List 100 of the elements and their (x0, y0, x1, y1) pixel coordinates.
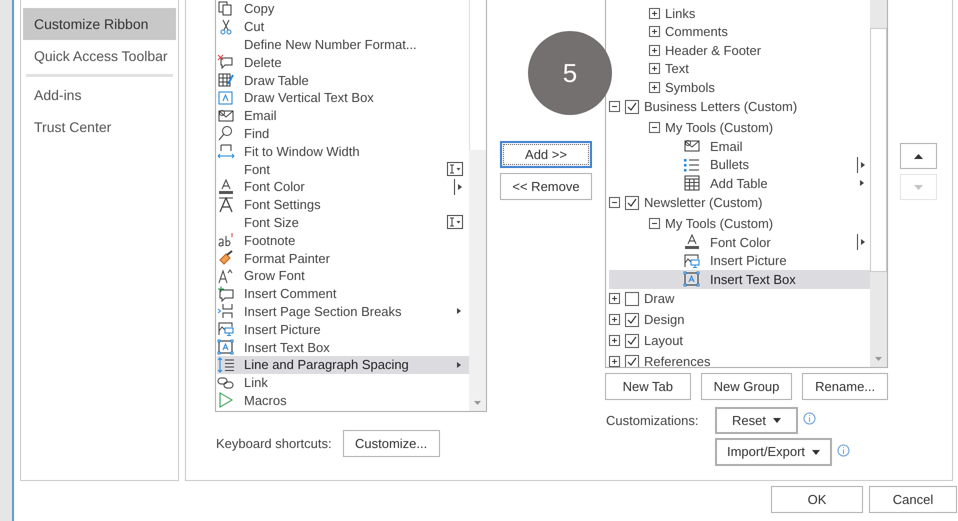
bullet-list-icon (683, 156, 701, 173)
line-spacing-icon (217, 356, 235, 373)
scrollbar[interactable] (469, 0, 486, 411)
tree-group[interactable]: Header & Footer (649, 41, 762, 60)
command-item[interactable]: Line and Paragraph Spacing (217, 356, 469, 374)
text-box-icon (217, 90, 235, 106)
tree-command[interactable]: Bullets (609, 156, 870, 174)
category-item[interactable]: Trust Center (23, 111, 176, 143)
tree-action-button[interactable]: New Group (700, 373, 792, 400)
move-up-button[interactable] (900, 143, 937, 169)
command-item[interactable]: Delete (217, 53, 469, 72)
tree-command[interactable]: Add Table (609, 174, 870, 192)
tree-group[interactable]: My Tools (Custom) (649, 118, 774, 137)
tree-group[interactable]: Symbols (649, 78, 715, 96)
tree-group[interactable]: Links (649, 4, 696, 22)
tree-command[interactable]: Insert Picture (609, 252, 870, 270)
expand-icon[interactable] (649, 82, 660, 93)
table-icon (683, 175, 701, 192)
collapse-icon[interactable] (649, 218, 660, 230)
command-item[interactable]: Font Size (217, 214, 469, 232)
tree-action-button[interactable]: New Tab (605, 373, 691, 400)
command-item[interactable]: Draw Table (217, 71, 469, 89)
tree-tab[interactable]: Design (609, 308, 684, 330)
email-icon (217, 108, 235, 124)
expand-icon[interactable] (609, 314, 620, 325)
command-item[interactable]: Fit to Window Width (217, 142, 469, 160)
command-item[interactable]: Font Settings (217, 196, 469, 214)
command-item[interactable]: Insert Picture (217, 320, 469, 338)
checkbox[interactable] (625, 312, 639, 326)
command-item[interactable]: Insert Text Box (217, 338, 469, 356)
link-icon (217, 374, 235, 391)
collapse-icon[interactable] (609, 197, 620, 208)
split-arrow-icon (454, 178, 463, 195)
remove-button[interactable]: << Remove (500, 173, 592, 200)
command-item[interactable]: Macros (217, 392, 469, 410)
command-item[interactable]: Link (217, 374, 469, 392)
letter-a-icon (217, 196, 235, 213)
checkbox[interactable] (625, 292, 639, 306)
command-item[interactable]: Font (217, 160, 469, 178)
text-box-icon (217, 339, 235, 356)
expand-icon[interactable] (649, 26, 660, 38)
collapse-icon[interactable] (649, 122, 660, 134)
checkbox[interactable] (625, 334, 639, 348)
command-item[interactable]: Cut (217, 18, 469, 36)
tree-group[interactable]: My Tools (Custom) (649, 214, 774, 233)
font-color-icon (217, 178, 235, 195)
checkbox[interactable] (625, 100, 639, 114)
command-item[interactable]: Format Painter (217, 249, 469, 267)
tree-command[interactable]: Font Color (609, 233, 870, 252)
tree-command[interactable]: Email (609, 137, 870, 156)
tree-tab[interactable]: References (609, 350, 710, 367)
expand-icon[interactable] (609, 293, 620, 304)
category-item[interactable]: Add-ins (23, 79, 176, 111)
picture-icon (683, 252, 701, 269)
paintbrush-icon (217, 250, 235, 266)
info-icon[interactable] (837, 444, 850, 456)
category-item[interactable]: Quick Access Toolbar (23, 40, 176, 72)
down-triangle-icon (914, 184, 923, 190)
import-export-dropdown[interactable]: Import/Export (715, 438, 832, 466)
comment-add-icon (217, 286, 235, 302)
caret-icon (772, 418, 781, 423)
checkbox[interactable] (625, 354, 639, 367)
command-item[interactable]: Draw Vertical Text Box (217, 88, 469, 107)
reset-dropdown[interactable]: Reset (715, 407, 798, 434)
scrollbar[interactable] (870, 0, 887, 367)
ok-button[interactable]: OK (771, 486, 863, 513)
command-item[interactable]: Footnote (217, 231, 469, 250)
tree-command[interactable]: Insert Text Box (609, 270, 870, 288)
command-item[interactable]: Email (217, 106, 469, 125)
command-item[interactable]: Insert Page Section Breaks (217, 302, 469, 320)
expand-icon[interactable] (609, 356, 620, 367)
tree-tab[interactable]: Business Letters (Custom) (609, 96, 798, 118)
tree-tab[interactable]: Layout (609, 330, 684, 352)
tree-action-button[interactable]: Rename... (802, 373, 888, 400)
collapse-icon[interactable] (609, 101, 620, 112)
command-item[interactable]: Font Color (217, 178, 469, 196)
command-item[interactable]: Copy (217, 0, 469, 18)
add-button[interactable]: Add >> (500, 141, 592, 168)
split-arrow-icon (857, 234, 866, 250)
up-triangle-icon (914, 154, 923, 158)
command-item[interactable]: Define New Number Format... (217, 36, 469, 54)
tree-tab[interactable]: Draw (609, 288, 674, 310)
tree-group[interactable]: Comments (649, 22, 728, 41)
tree-group[interactable]: Text (649, 60, 689, 78)
command-item[interactable]: Grow Font (217, 266, 469, 285)
tree-tab[interactable]: Newsletter (Custom) (609, 192, 762, 214)
expand-icon[interactable] (609, 335, 620, 346)
expand-icon[interactable] (649, 63, 660, 74)
checkbox[interactable] (625, 196, 639, 210)
expand-icon[interactable] (649, 44, 660, 56)
cancel-button[interactable]: Cancel (869, 486, 957, 513)
category-item[interactable]: Customize Ribbon (23, 8, 176, 40)
search-icon (217, 125, 235, 142)
command-item[interactable]: Find (217, 124, 469, 142)
command-item[interactable]: Insert Comment (217, 284, 469, 303)
expand-icon[interactable] (649, 8, 660, 19)
info-icon[interactable] (803, 412, 816, 425)
customize-button[interactable]: Customize... (342, 430, 440, 457)
footnote-icon (217, 232, 235, 248)
comment-delete-icon (217, 54, 235, 70)
